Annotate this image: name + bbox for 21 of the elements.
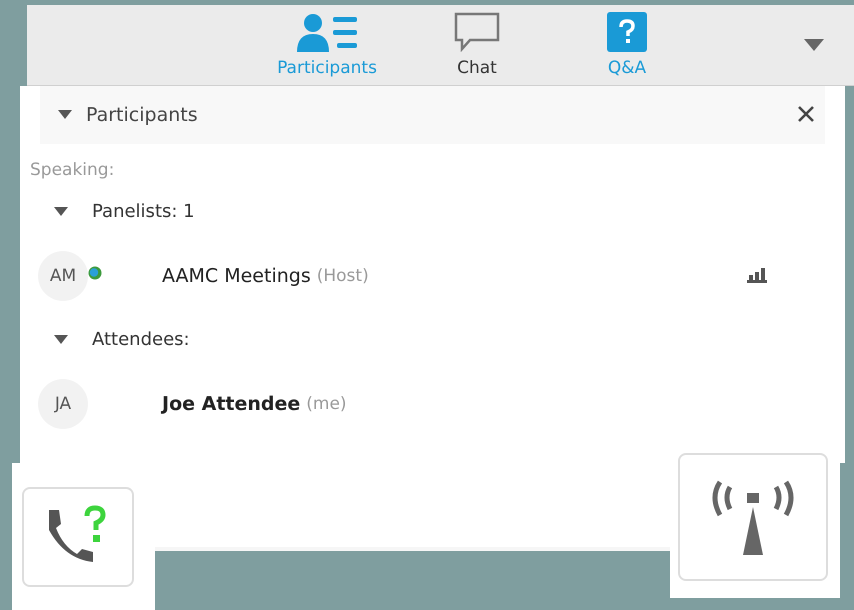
participant-role: (me): [306, 394, 347, 414]
participant-name: Joe Attendee: [162, 392, 300, 415]
caret-icon[interactable]: [54, 335, 68, 344]
speech-bubble-icon: [454, 12, 500, 52]
avatar: JA: [38, 378, 88, 429]
caret-icon[interactable]: [58, 110, 72, 120]
participant-row[interactable]: JA Joe Attendee (me): [40, 372, 825, 436]
question-icon: [607, 12, 647, 52]
caret-icon[interactable]: [54, 207, 68, 216]
speaking-label: Speaking:: [30, 160, 116, 180]
panel-title: Participants: [86, 104, 198, 126]
tab[interactable]: Chat: [402, 5, 552, 85]
group-label: Attendees:: [92, 329, 190, 350]
participant-role: (Host): [316, 266, 369, 286]
group-label: Panelists: 1: [92, 201, 195, 222]
caret-icon: [804, 38, 824, 51]
participant-name: AAMC Meetings: [162, 264, 311, 287]
audio-connection-button[interactable]: [22, 487, 134, 588]
broadcast-button[interactable]: [678, 453, 828, 582]
participant-row[interactable]: AM AAMC Meetings (Host): [40, 244, 825, 308]
people-list-icon: [295, 12, 359, 52]
